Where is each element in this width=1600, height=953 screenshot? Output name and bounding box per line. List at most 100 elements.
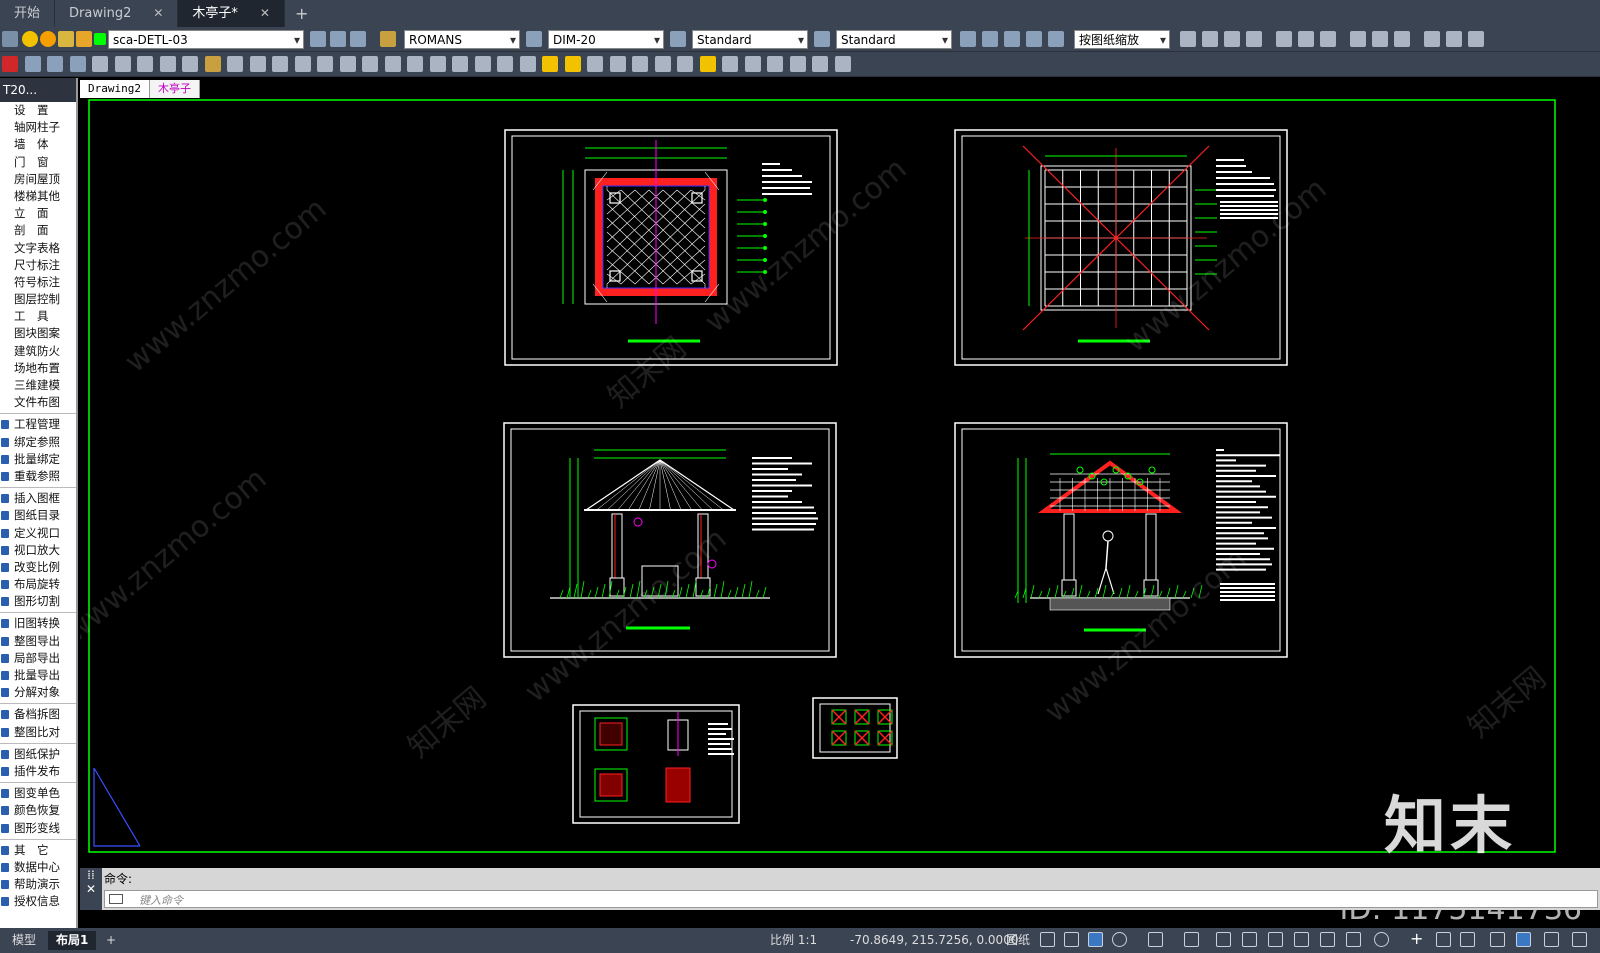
viewport-icon[interactable]	[1004, 31, 1020, 47]
sidebar-item[interactable]: 设 置	[0, 102, 76, 119]
customize-icon[interactable]	[1572, 932, 1587, 947]
ortho-icon[interactable]	[1088, 932, 1103, 947]
command-prompt-icon[interactable]	[109, 894, 123, 904]
viewport-icon[interactable]	[960, 31, 976, 47]
align-icon[interactable]	[1180, 31, 1196, 47]
tool-icon[interactable]	[249, 56, 266, 72]
sidebar-item[interactable]: 数据中心	[0, 859, 76, 876]
sidebar-item[interactable]: 图形切割	[0, 593, 76, 610]
sidebar-item[interactable]: 插件发布	[0, 763, 76, 780]
layout-tab-pavilion[interactable]: 木亭子	[149, 80, 200, 98]
tool-icon[interactable]	[69, 56, 86, 72]
tool-icon[interactable]	[272, 56, 288, 72]
arrange-icon[interactable]	[1468, 31, 1484, 47]
sidebar-item[interactable]: 工 具	[0, 308, 76, 325]
sidebar-item[interactable]: 三维建模	[0, 377, 76, 394]
align-icon[interactable]	[1202, 31, 1218, 47]
tool-icon[interactable]	[407, 56, 423, 72]
sidebar-item[interactable]: 帮助演示	[0, 876, 76, 893]
tool-icon[interactable]	[789, 56, 806, 72]
annotation-icon[interactable]	[1320, 932, 1335, 947]
viewport-icon[interactable]	[982, 31, 998, 47]
infer-icon[interactable]	[1064, 932, 1079, 947]
tool-icon[interactable]	[699, 56, 716, 72]
tool-icon[interactable]	[452, 56, 468, 72]
tool-icon[interactable]	[519, 56, 536, 72]
sidebar-item[interactable]: 门 窗	[0, 154, 76, 171]
tool-icon[interactable]	[137, 56, 153, 72]
zoom-mode-select[interactable]: 按图纸缩放	[1074, 30, 1170, 50]
tool-icon[interactable]	[114, 56, 131, 72]
tool-icon[interactable]	[497, 56, 513, 72]
lineweight-icon[interactable]	[1216, 932, 1231, 947]
tool-icon[interactable]	[24, 56, 41, 72]
sidebar-item[interactable]: 房间屋顶	[0, 171, 76, 188]
sidebar-item[interactable]: 立 面	[0, 205, 76, 222]
sidebar-item[interactable]: 整图导出	[0, 633, 76, 650]
sidebar-item[interactable]: 图纸目录	[0, 507, 76, 524]
align-icon[interactable]	[1246, 31, 1262, 47]
viewport-icon[interactable]	[1048, 31, 1064, 47]
tool-icon[interactable]	[542, 56, 558, 72]
dim-style-select[interactable]: DIM-20	[548, 30, 664, 50]
sidebar-item[interactable]: 图块图案	[0, 325, 76, 342]
sidebar-item[interactable]: 整图比对	[0, 724, 76, 741]
table-style-select[interactable]: Standard	[692, 30, 808, 50]
tool-icon[interactable]	[294, 56, 311, 72]
sidebar-item[interactable]: 改变比例	[0, 559, 76, 576]
sidebar-item[interactable]: 图变单色	[0, 785, 76, 802]
sidebar-item[interactable]: 局部导出	[0, 650, 76, 667]
layout-tab-drawing2[interactable]: Drawing2	[80, 80, 150, 98]
sidebar-item[interactable]: 重载参照	[0, 468, 76, 485]
multileader-style-select[interactable]: Standard	[836, 30, 952, 50]
otrack-icon[interactable]	[1184, 932, 1199, 947]
tool-icon[interactable]	[677, 56, 693, 72]
arrange-icon[interactable]	[1424, 31, 1440, 47]
layer-select[interactable]: sca-DETL-03	[108, 30, 304, 50]
sidebar-item[interactable]: 颜色恢复	[0, 802, 76, 819]
osnap-icon[interactable]	[1148, 932, 1163, 947]
isolate-icon[interactable]	[1490, 932, 1505, 947]
layer-match-icon[interactable]	[330, 31, 346, 47]
command-grip[interactable]: ⁞⁞ ✕	[80, 868, 102, 910]
bulb-icon[interactable]	[22, 31, 38, 47]
sidebar-item[interactable]: 插入图框	[0, 490, 76, 507]
plus-icon[interactable]: +	[1410, 931, 1425, 947]
tool-icon[interactable]	[587, 56, 603, 72]
command-input[interactable]: 键入命令	[104, 890, 1598, 908]
table-style-icon[interactable]	[670, 31, 686, 47]
tool-icon[interactable]	[317, 56, 333, 72]
multileader-style-icon[interactable]	[814, 31, 830, 47]
tool-icon[interactable]	[654, 56, 671, 72]
sidebar-item[interactable]: 楼梯其他	[0, 188, 76, 205]
tool-icon[interactable]	[204, 56, 221, 72]
sidebar-item[interactable]: 文件布图	[0, 394, 76, 411]
sidebar-item[interactable]: 其 它	[0, 842, 76, 859]
sidebar-item[interactable]: 备档拆图	[0, 706, 76, 723]
sidebar-item[interactable]: 场地布置	[0, 360, 76, 377]
tool-icon[interactable]	[2, 56, 18, 72]
tool-icon[interactable]	[227, 56, 243, 72]
tool-icon[interactable]	[474, 56, 491, 72]
sidebar-item[interactable]: 墙 体	[0, 136, 76, 153]
add-layout-icon[interactable]: +	[98, 931, 124, 950]
tool-icon[interactable]	[182, 56, 198, 72]
sidebar-item[interactable]: 图形变线	[0, 820, 76, 837]
annotation-scale-icon[interactable]	[1346, 932, 1361, 947]
sidebar-item[interactable]: 剖 面	[0, 222, 76, 239]
workspace-icon[interactable]	[1460, 932, 1475, 947]
model-tab[interactable]: 模型	[4, 931, 44, 950]
tab-start[interactable]: 开始	[0, 0, 56, 27]
sidebar-item[interactable]: 旧图转换	[0, 615, 76, 632]
sidebar-item[interactable]: 轴网柱子	[0, 119, 76, 136]
tool-icon[interactable]	[609, 56, 626, 72]
sun-icon[interactable]	[40, 31, 56, 47]
close-icon[interactable]: ✕	[260, 0, 270, 27]
drawing-canvas[interactable]: www.znzmo.com www.znzmo.com www.znzmo.co…	[80, 98, 1600, 868]
tool-icon[interactable]	[362, 56, 378, 72]
arrange-icon[interactable]	[1394, 31, 1410, 47]
sidebar-item[interactable]: 尺寸标注	[0, 257, 76, 274]
sidebar-item[interactable]: 图纸保护	[0, 746, 76, 763]
hardware-accel-icon[interactable]	[1516, 932, 1531, 947]
layer-state-icon[interactable]	[310, 31, 326, 47]
